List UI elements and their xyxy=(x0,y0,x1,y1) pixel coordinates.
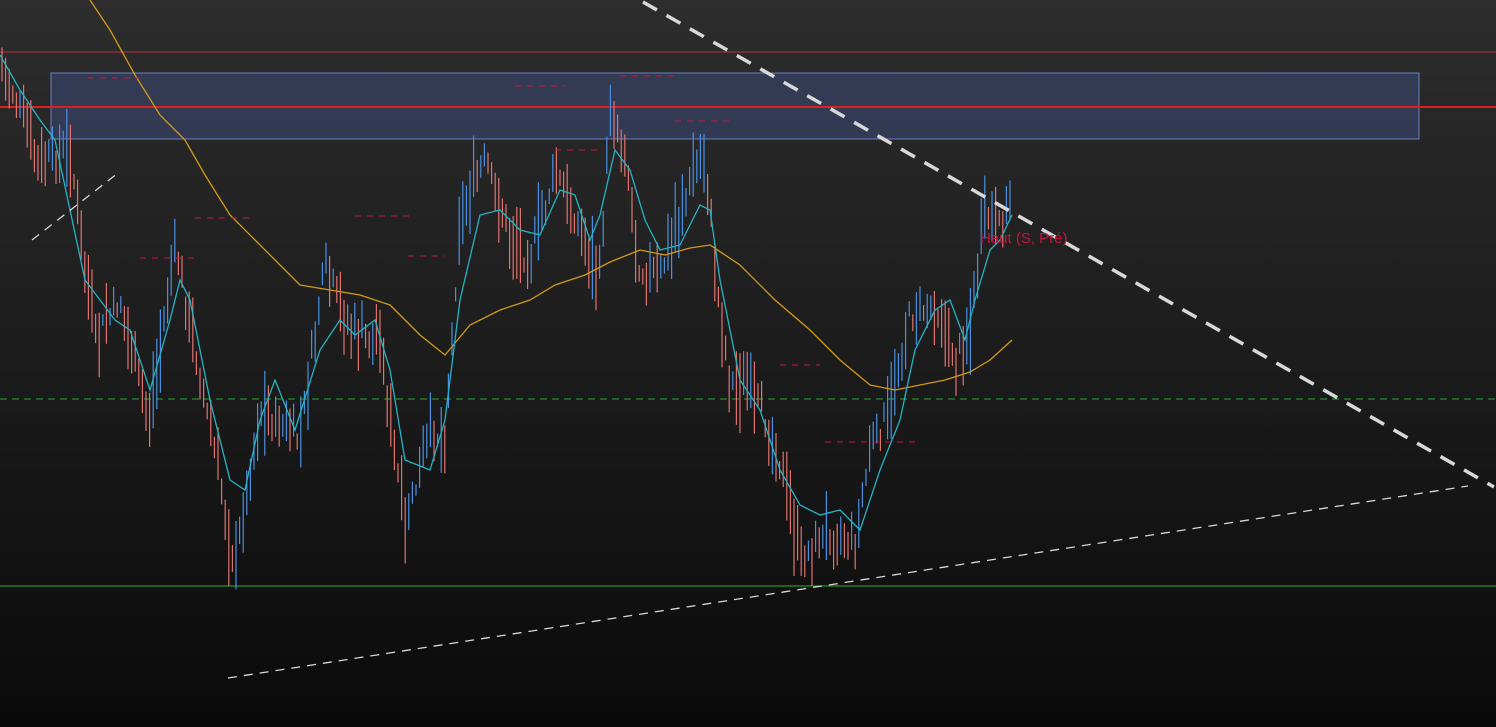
price-chart: Haut (S, Pré) xyxy=(0,0,1496,679)
annotation-label: Haut (S, Pré) xyxy=(980,230,1068,247)
slow-moving-average-line xyxy=(89,0,1013,391)
chart-area: Haut (S, Pré) xyxy=(0,0,1496,727)
trendline-2 xyxy=(227,485,1469,679)
